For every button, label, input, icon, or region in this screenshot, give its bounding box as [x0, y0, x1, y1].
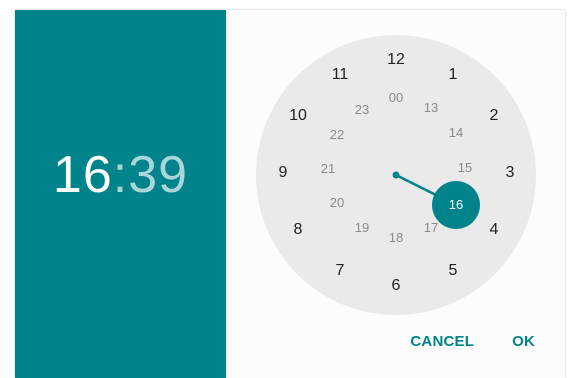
clock-center-dot — [392, 171, 400, 179]
clock-hour-4[interactable]: 4 — [479, 220, 509, 240]
clock-hour-8[interactable]: 8 — [283, 220, 313, 240]
clock-hour-13[interactable]: 13 — [416, 98, 446, 118]
clock-hour-16[interactable]: 16 — [441, 195, 471, 215]
ok-button[interactable]: OK — [504, 329, 543, 354]
time-header: 16:39 — [15, 10, 226, 378]
time-separator: : — [112, 146, 129, 204]
clock-hour-7[interactable]: 7 — [325, 261, 355, 281]
clock-hour-12[interactable]: 12 — [381, 50, 411, 70]
clock-picker: 12 1 2 3 4 5 6 7 8 9 10 11 00 13 14 15 1… — [226, 10, 565, 378]
clock-hour-2[interactable]: 2 — [479, 106, 509, 126]
cancel-button[interactable]: CANCEL — [402, 329, 482, 354]
clock-hour-3[interactable]: 3 — [495, 163, 525, 183]
hour-display[interactable]: 16 — [53, 146, 113, 204]
clock-hour-00[interactable]: 00 — [381, 88, 411, 108]
clock-hour-17[interactable]: 17 — [416, 218, 446, 238]
time-picker-dialog: 16:39 12 1 2 3 4 5 6 7 8 9 10 11 00 13 1… — [15, 10, 565, 378]
minute-display[interactable]: 39 — [128, 146, 188, 204]
clock-hour-15[interactable]: 15 — [450, 158, 480, 178]
clock-hour-22[interactable]: 22 — [322, 125, 352, 145]
clock-hour-5[interactable]: 5 — [438, 261, 468, 281]
clock-hour-23[interactable]: 23 — [347, 100, 377, 120]
clock-hour-20[interactable]: 20 — [322, 193, 352, 213]
clock-hour-9[interactable]: 9 — [268, 163, 298, 183]
clock-hand-layer — [392, 171, 480, 229]
clock-hour-1[interactable]: 1 — [438, 65, 468, 85]
clock-hour-19[interactable]: 19 — [347, 218, 377, 238]
time-display: 16:39 — [15, 145, 226, 205]
clock-face[interactable]: 12 1 2 3 4 5 6 7 8 9 10 11 00 13 14 15 1… — [256, 35, 536, 315]
clock-hour-6[interactable]: 6 — [381, 276, 411, 296]
clock-hour-11[interactable]: 11 — [325, 65, 355, 85]
clock-hour-18[interactable]: 18 — [381, 228, 411, 248]
clock-hour-10[interactable]: 10 — [283, 106, 313, 126]
dialog-actions: CANCEL OK — [402, 326, 543, 356]
clock-hour-14[interactable]: 14 — [441, 123, 471, 143]
clock-hour-21[interactable]: 21 — [313, 159, 343, 179]
